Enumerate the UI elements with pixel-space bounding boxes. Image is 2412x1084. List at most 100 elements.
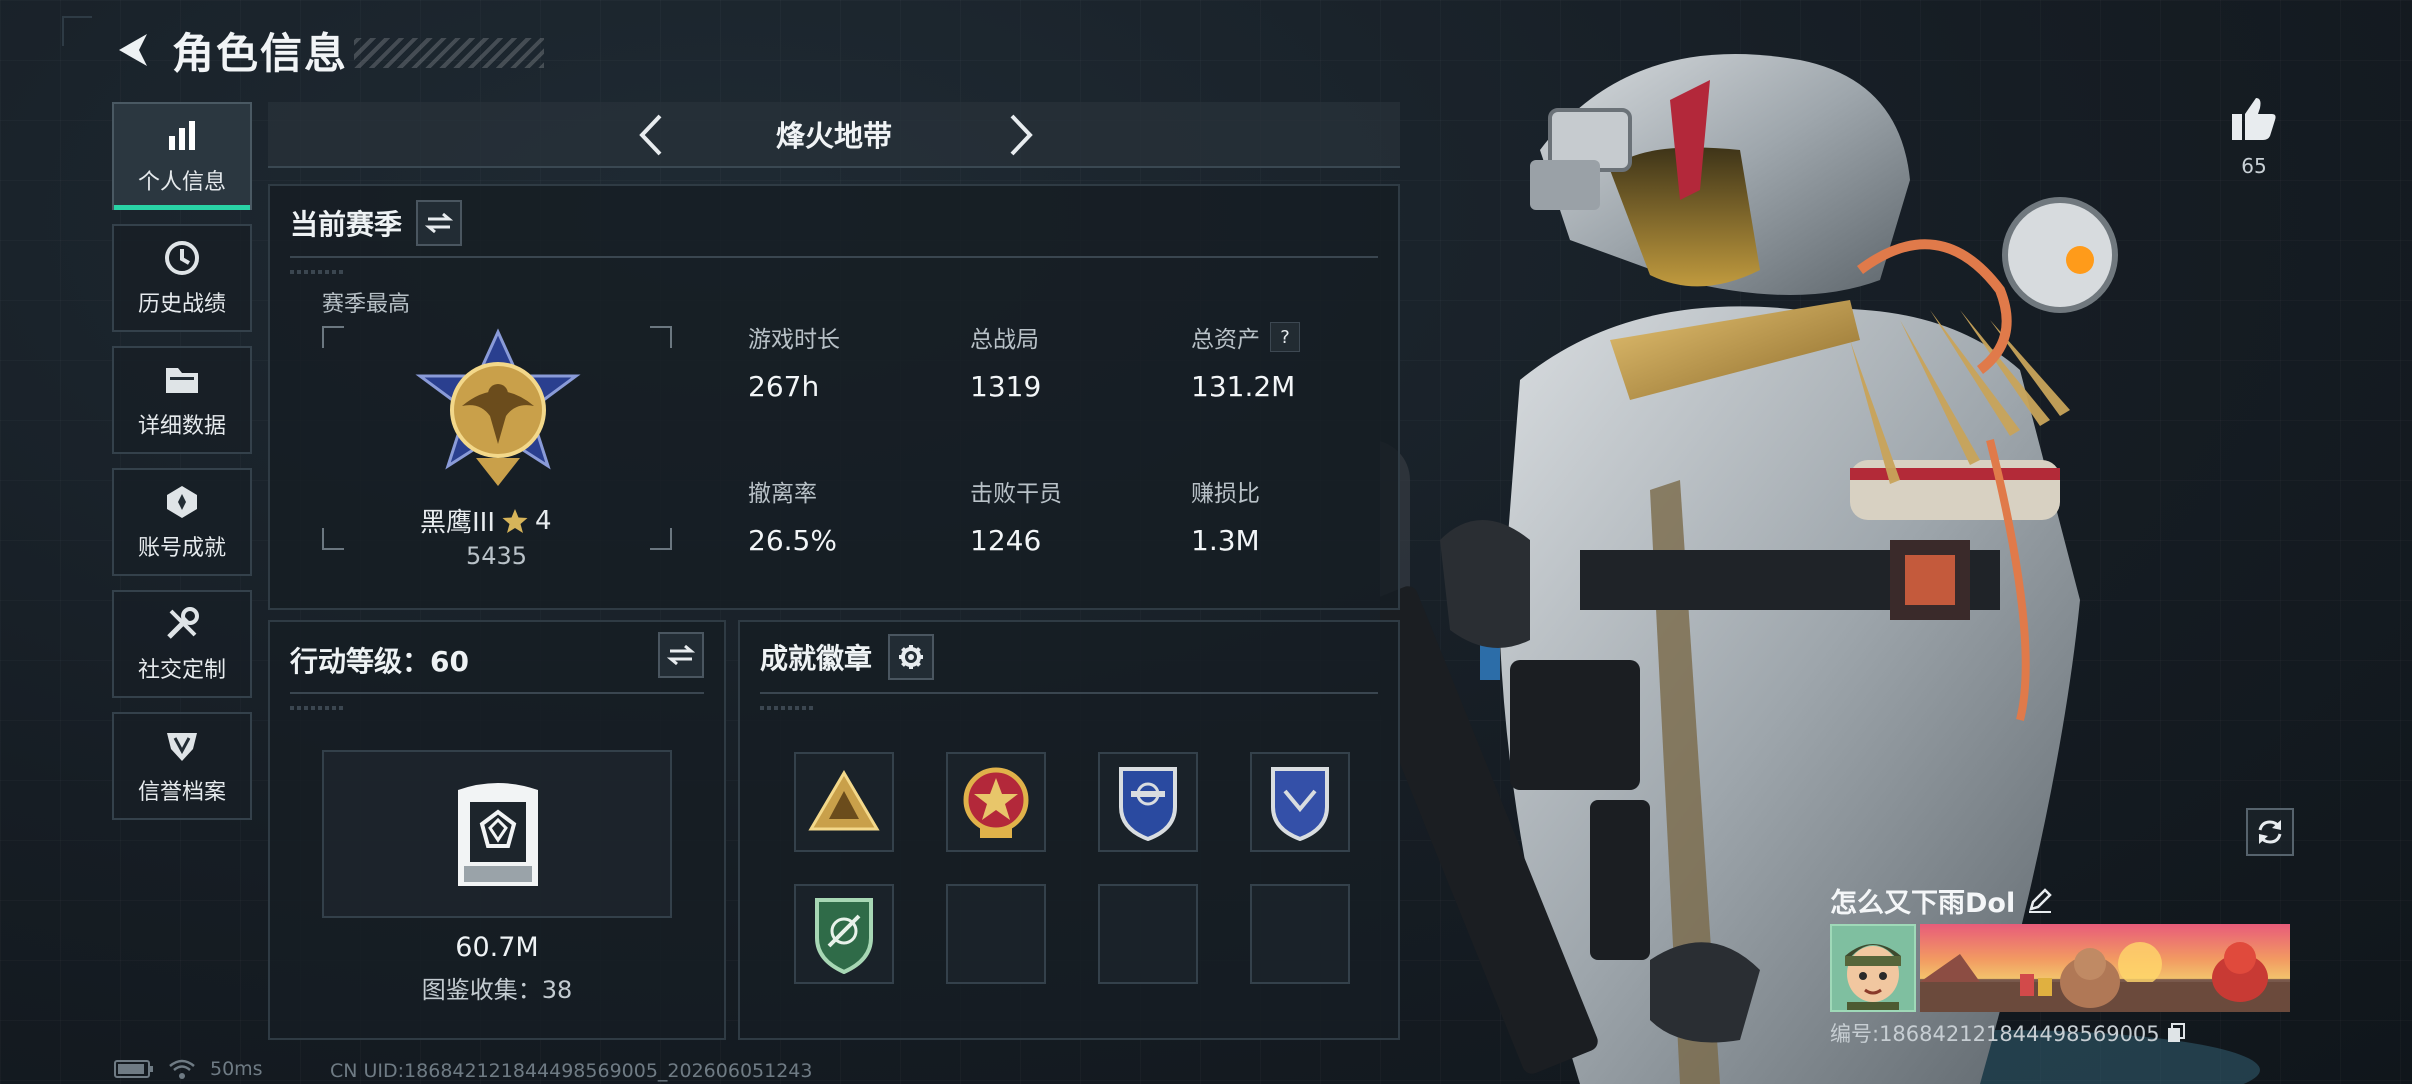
- season-switch-button[interactable]: [416, 200, 463, 246]
- swap-icon: [667, 644, 695, 666]
- copy-icon[interactable]: [2166, 1022, 2186, 1044]
- mode-prev-button[interactable]: [626, 110, 676, 160]
- badge-slot[interactable]: [946, 752, 1046, 852]
- like-count: 65: [2241, 154, 2267, 178]
- rank-name: 黑鹰III 4: [420, 502, 552, 539]
- title-decoration: [354, 38, 545, 68]
- player-id: 编号:186842121844498569005: [1830, 1022, 2160, 1046]
- sidebar-item-reputation[interactable]: 信誉档案: [112, 712, 252, 820]
- player-name-row: 怎么又下雨Dol: [1830, 880, 2300, 920]
- stat-label: 总战局: [970, 327, 1039, 353]
- badge-slot[interactable]: [794, 884, 894, 984]
- sidebar-item-history[interactable]: 历史战绩: [112, 224, 252, 332]
- rank-emblem-icon: [415, 328, 581, 486]
- thumbs-up-icon: [2232, 98, 2276, 140]
- badges-header: 成就徽章: [760, 634, 935, 680]
- collection-count: 图鉴收集：38: [421, 976, 573, 1004]
- stat-label: 游戏时长: [748, 327, 840, 353]
- action-level-panel: 行动等级：60 60.7M 图鉴收集：38: [268, 620, 726, 1040]
- badge-slot[interactable]: [794, 752, 894, 852]
- rank-name-text: 黑鹰III: [420, 508, 496, 538]
- panel-decoration: [290, 270, 346, 274]
- ping-value: 50ms: [210, 1058, 263, 1080]
- edit-pencil-icon[interactable]: [2027, 887, 2053, 913]
- back-button[interactable]: [110, 27, 156, 73]
- chevron-left-icon: [639, 114, 662, 156]
- star-medal-icon: [963, 767, 1029, 838]
- blue-shield-badge-icon: [1119, 767, 1177, 841]
- action-level-title: 行动等级：60: [290, 645, 469, 678]
- blue-shield-badge-icon: [1271, 767, 1329, 841]
- panel-decoration: [760, 706, 816, 710]
- banner-image: [1920, 924, 2290, 1012]
- chevron-right-icon: [1010, 114, 1033, 156]
- stat-total-matches: 总战局 1319: [970, 320, 1041, 403]
- page-title: 角色信息: [172, 28, 349, 78]
- help-button[interactable]: ?: [1270, 322, 1300, 352]
- gear-icon: [899, 645, 924, 669]
- stat-label: 赚损比: [1191, 481, 1260, 507]
- panel-divider: [760, 692, 1378, 694]
- sidebar-item-personal-info[interactable]: 个人信息: [112, 102, 252, 210]
- badge-slot-empty[interactable]: [1250, 884, 1350, 984]
- sidebar-item-label: 详细数据: [137, 414, 226, 439]
- sidebar-item-label: 账号成就: [137, 536, 226, 561]
- stat-play-time: 游戏时长 267h: [748, 320, 840, 403]
- stat-extraction-rate: 撤离率 26.5%: [748, 474, 837, 557]
- stat-total-assets: 总资产 ? 131.2M: [1191, 320, 1300, 403]
- badges-title: 成就徽章: [760, 642, 873, 675]
- stat-label-row: 总资产 ?: [1191, 320, 1300, 354]
- tools-icon: [162, 604, 202, 644]
- stat-value: 26.5%: [748, 524, 837, 557]
- season-subtitle: 赛季最高: [322, 292, 411, 317]
- like-button[interactable]: 65: [2226, 96, 2282, 178]
- corner-decoration: [62, 16, 92, 46]
- status-footer: 50ms: [114, 1058, 263, 1080]
- badge-slot-empty[interactable]: [1098, 884, 1198, 984]
- sidebar: 个人信息 历史战绩 详细数据 账号成就 社交定制 信誉档案: [112, 102, 252, 834]
- action-level-switch-button[interactable]: [658, 632, 704, 678]
- badge-slot-empty[interactable]: [946, 884, 1046, 984]
- star-icon: [502, 508, 528, 533]
- sidebar-item-label: 社交定制: [137, 658, 226, 683]
- stat-label: 撤离率: [748, 481, 817, 507]
- stat-profit-loss-ratio: 赚损比 1.3M: [1191, 474, 1260, 557]
- mode-selector: 烽火地带: [268, 102, 1400, 168]
- rotate-icon: [2258, 820, 2282, 844]
- stat-value: 1.3M: [1191, 524, 1260, 557]
- stat-value: 131.2M: [1191, 370, 1296, 403]
- avatar[interactable]: [1830, 924, 1916, 1012]
- sidebar-item-social[interactable]: 社交定制: [112, 590, 252, 698]
- triangle-badge-icon: [808, 770, 880, 831]
- rank-score: 5435: [466, 542, 528, 570]
- level-value: 60.7M: [455, 932, 539, 963]
- panel-divider: [290, 256, 1378, 258]
- rank-stars: 4: [535, 505, 552, 536]
- stat-operators-defeated: 击败干员 1246: [970, 474, 1062, 557]
- stat-value: 1319: [970, 370, 1042, 403]
- player-card: 怎么又下雨Dol 编号:186842121844498569005: [1830, 880, 2300, 1048]
- stat-label: 总资产: [1191, 327, 1260, 353]
- page-header: 角色信息: [110, 22, 545, 78]
- badge-slot[interactable]: [1098, 752, 1198, 852]
- bar-chart-icon: [162, 116, 202, 156]
- sidebar-item-label: 历史战绩: [137, 292, 226, 317]
- sidebar-item-achievements[interactable]: 账号成就: [112, 468, 252, 576]
- level-card[interactable]: [322, 750, 672, 918]
- mode-next-button[interactable]: [996, 110, 1046, 160]
- stat-value: 1246: [970, 524, 1042, 557]
- stat-label: 击败干员: [970, 481, 1062, 507]
- shield-v-icon: [162, 726, 202, 766]
- collection-icon: [458, 783, 538, 886]
- player-name: 怎么又下雨Dol: [1830, 887, 2016, 919]
- sidebar-item-label: 信誉档案: [137, 780, 226, 805]
- rotate-view-button[interactable]: [2246, 808, 2294, 856]
- clock-history-icon: [162, 238, 202, 278]
- battery-icon: [114, 1060, 153, 1078]
- green-shield-badge-icon: [815, 898, 873, 974]
- badge-slot[interactable]: [1250, 752, 1350, 852]
- folder-icon: [162, 360, 202, 400]
- player-banner[interactable]: [1830, 924, 2300, 1012]
- badges-settings-button[interactable]: [888, 634, 935, 680]
- sidebar-item-detailed-data[interactable]: 详细数据: [112, 346, 252, 454]
